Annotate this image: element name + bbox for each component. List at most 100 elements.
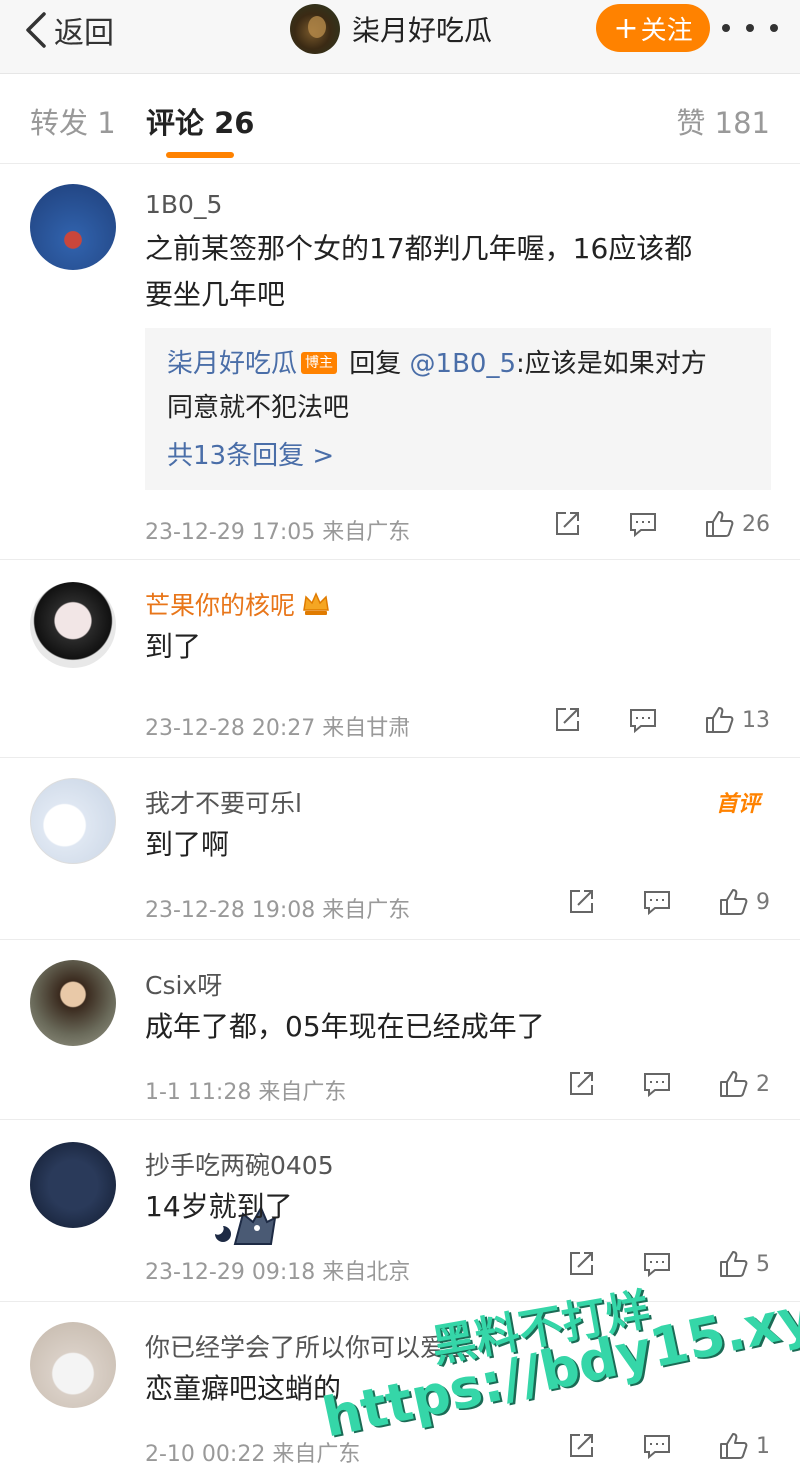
reply-button[interactable] (642, 1069, 672, 1099)
share-button[interactable] (566, 1249, 596, 1279)
comment-actions: 13 (506, 705, 770, 735)
reply-line-2: 同意就不犯法吧 (167, 393, 350, 423)
like-count: 26 (742, 511, 770, 537)
user-avatar[interactable] (30, 778, 116, 864)
comment-item: 你已经学会了所以你可以爱上 恋童癖吧这蛸的 2-10 00:22 来自广东 1 (0, 1302, 800, 1469)
like-button[interactable]: 9 (718, 887, 770, 917)
comment-text: 14岁就到了 (145, 1190, 293, 1223)
username-text: 芒果你的核呢 (145, 591, 296, 620)
share-icon (570, 1072, 593, 1095)
vip-crown-icon (303, 592, 329, 615)
follow-label: 关注 (640, 15, 693, 46)
like-count: 2 (756, 1071, 770, 1097)
comment-username[interactable]: 抄手吃两碗0405 (145, 1146, 334, 1182)
comment-username[interactable]: 芒果你的核呢 (145, 586, 331, 622)
share-button[interactable] (566, 887, 596, 917)
like-button[interactable]: 5 (718, 1249, 770, 1279)
comment-icon (630, 709, 656, 734)
reply-button[interactable] (642, 1431, 672, 1461)
blogger-avatar[interactable] (290, 4, 340, 54)
share-button[interactable] (566, 1431, 596, 1461)
follow-button[interactable]: + 关注 (596, 4, 710, 52)
like-count: 13 (742, 707, 770, 733)
comment-meta: 23-12-29 17:05 来自广东 (145, 520, 411, 545)
user-avatar[interactable] (30, 960, 116, 1046)
comment-actions: 1 (520, 1431, 770, 1461)
reply-author[interactable]: 柒月好吃瓜 (167, 349, 297, 379)
first-comment-badge: 首评 (715, 792, 760, 817)
comment-text: 之前某签那个女的17都判几年喔，16应该都 要坐几年吧 (145, 226, 765, 318)
comment-meta: 2-10 00:22 来自广东 (145, 1442, 361, 1467)
share-icon (570, 1434, 593, 1457)
share-icon (570, 1252, 593, 1275)
comment-item: 1B0_5 之前某签那个女的17都判几年喔，16应该都 要坐几年吧 柒月好吃瓜博… (0, 164, 800, 560)
comment-text-line: 要坐几年吧 (145, 278, 286, 311)
comment-text: 到了啊 (145, 828, 230, 861)
user-avatar[interactable] (30, 1322, 116, 1408)
user-avatar[interactable] (30, 184, 116, 270)
thumbs-up-icon (706, 511, 734, 537)
view-replies-link[interactable]: 共13条回复 > (167, 434, 749, 478)
back-label: 返回 (54, 16, 114, 51)
comment-actions: 26 (506, 509, 770, 539)
chevron-left-icon (26, 12, 46, 48)
tab-reposts[interactable]: 转发 1 (30, 100, 116, 142)
more-dot-icon (770, 24, 778, 32)
comment-username[interactable]: Csix呀 (145, 966, 222, 1002)
more-options-button[interactable] (722, 4, 778, 52)
like-button[interactable]: 26 (704, 509, 770, 539)
more-dot-icon (746, 24, 754, 32)
thumbs-up-icon (720, 1071, 748, 1097)
comment-actions: 5 (520, 1249, 770, 1279)
share-icon (570, 890, 593, 913)
like-button[interactable]: 2 (718, 1069, 770, 1099)
comment-icon (644, 1073, 670, 1098)
reply-button[interactable] (628, 509, 658, 539)
reply-text: :应该是如果对方 (516, 349, 707, 379)
thumbs-up-icon (720, 889, 748, 915)
comment-item: 我才不要可乐l 首评 到了啊 23-12-28 19:08 来自广东 9 (0, 758, 800, 940)
back-button[interactable]: 返回 (22, 10, 114, 51)
share-button[interactable] (552, 509, 582, 539)
comment-text-line: 之前某签那个女的17都判几年喔，16应该都 (145, 232, 693, 265)
like-button[interactable]: 13 (704, 705, 770, 735)
comment-item: 抄手吃两碗0405 14岁就到了 23-12-29 09:18 来自北京 5 (0, 1120, 800, 1302)
blogger-badge: 博主 (301, 352, 338, 374)
comment-icon (644, 891, 670, 916)
reply-button[interactable] (628, 705, 658, 735)
reply-prefix: 回复 (341, 349, 410, 379)
blogger-header[interactable]: 柒月好吃瓜 (290, 4, 492, 54)
share-button[interactable] (552, 705, 582, 735)
comment-meta: 23-12-28 19:08 来自广东 (145, 898, 411, 923)
plus-icon: + (613, 10, 639, 46)
comment-meta: 1-1 11:28 来自广东 (145, 1080, 347, 1105)
user-avatar[interactable] (30, 582, 116, 668)
user-avatar[interactable] (30, 1142, 116, 1228)
comment-actions: 2 (520, 1069, 770, 1099)
comment-username[interactable]: 1B0_5 (145, 190, 222, 219)
reply-preview[interactable]: 柒月好吃瓜 博主 回复 @1B0_5:应该是如果对方 同意就不犯法吧 共13条回复… (145, 328, 771, 490)
reply-line: 柒月好吃瓜 博主 回复 @1B0_5:应该是如果对方 (167, 342, 749, 386)
reply-button[interactable] (642, 1249, 672, 1279)
tab-likes[interactable]: 赞 181 (676, 100, 770, 142)
comment-text: 成年了都，05年现在已经成年了 (145, 1010, 545, 1043)
comment-text: 到了 (145, 630, 202, 663)
thumbs-up-icon (720, 1433, 748, 1459)
comment-icon (644, 1435, 670, 1460)
like-button[interactable]: 1 (718, 1431, 770, 1461)
comment-item: Csix呀 成年了都，05年现在已经成年了 1-1 11:28 来自广东 2 (0, 940, 800, 1120)
comment-username[interactable]: 你已经学会了所以你可以爱上 (145, 1328, 470, 1364)
share-icon (556, 708, 579, 731)
comment-icon (644, 1253, 670, 1278)
thumbs-up-icon (706, 707, 734, 733)
like-count: 9 (756, 889, 770, 915)
active-tab-indicator (166, 152, 234, 158)
comment-meta: 23-12-29 09:18 来自北京 (145, 1260, 411, 1285)
reply-button[interactable] (642, 887, 672, 917)
comment-username[interactable]: 我才不要可乐l (145, 784, 302, 820)
reply-mention[interactable]: @1B0_5 (410, 349, 516, 379)
like-count: 5 (756, 1251, 770, 1277)
share-button[interactable] (566, 1069, 596, 1099)
tab-bar: 转发 1 评论 26 赞 181 (0, 74, 800, 164)
tab-comments[interactable]: 评论 26 (146, 100, 254, 142)
